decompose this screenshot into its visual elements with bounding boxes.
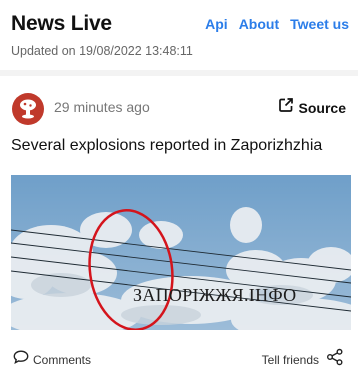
comments-label: Comments — [33, 352, 92, 367]
source-link[interactable]: Source — [278, 97, 346, 118]
share-icon — [326, 348, 344, 371]
share-button[interactable]: Tell friends — [262, 348, 344, 371]
source-label: Source — [298, 99, 346, 116]
external-link-icon — [278, 97, 294, 118]
nav-about-link[interactable]: About — [239, 16, 279, 32]
app-header: News Live Updated on 19/08/2022 13:48:11… — [0, 0, 358, 70]
mushroom-cloud-icon — [12, 93, 44, 125]
nav-tweet-link[interactable]: Tweet us — [290, 16, 349, 32]
image-watermark: ЗАПОРІЖЖЯ.ІНФО — [133, 285, 297, 305]
comment-bubble-icon — [13, 350, 29, 369]
comments-button[interactable]: Comments — [13, 350, 91, 369]
share-label: Tell friends — [261, 352, 319, 367]
news-photo[interactable]: ЗАПОРІЖЖЯ.ІНФО — [11, 175, 351, 330]
top-nav: Api About Tweet us — [205, 16, 349, 32]
app-title: News Live — [11, 12, 112, 35]
post-headline: Several explosions reported in Zaporizhz… — [11, 137, 323, 154]
nav-api-link[interactable]: Api — [205, 16, 228, 32]
news-card: 29 minutes ago Source Several explosions… — [0, 76, 358, 378]
post-time: 29 minutes ago — [54, 99, 150, 115]
updated-timestamp: Updated on 19/08/2022 13:48:11 — [11, 44, 193, 58]
